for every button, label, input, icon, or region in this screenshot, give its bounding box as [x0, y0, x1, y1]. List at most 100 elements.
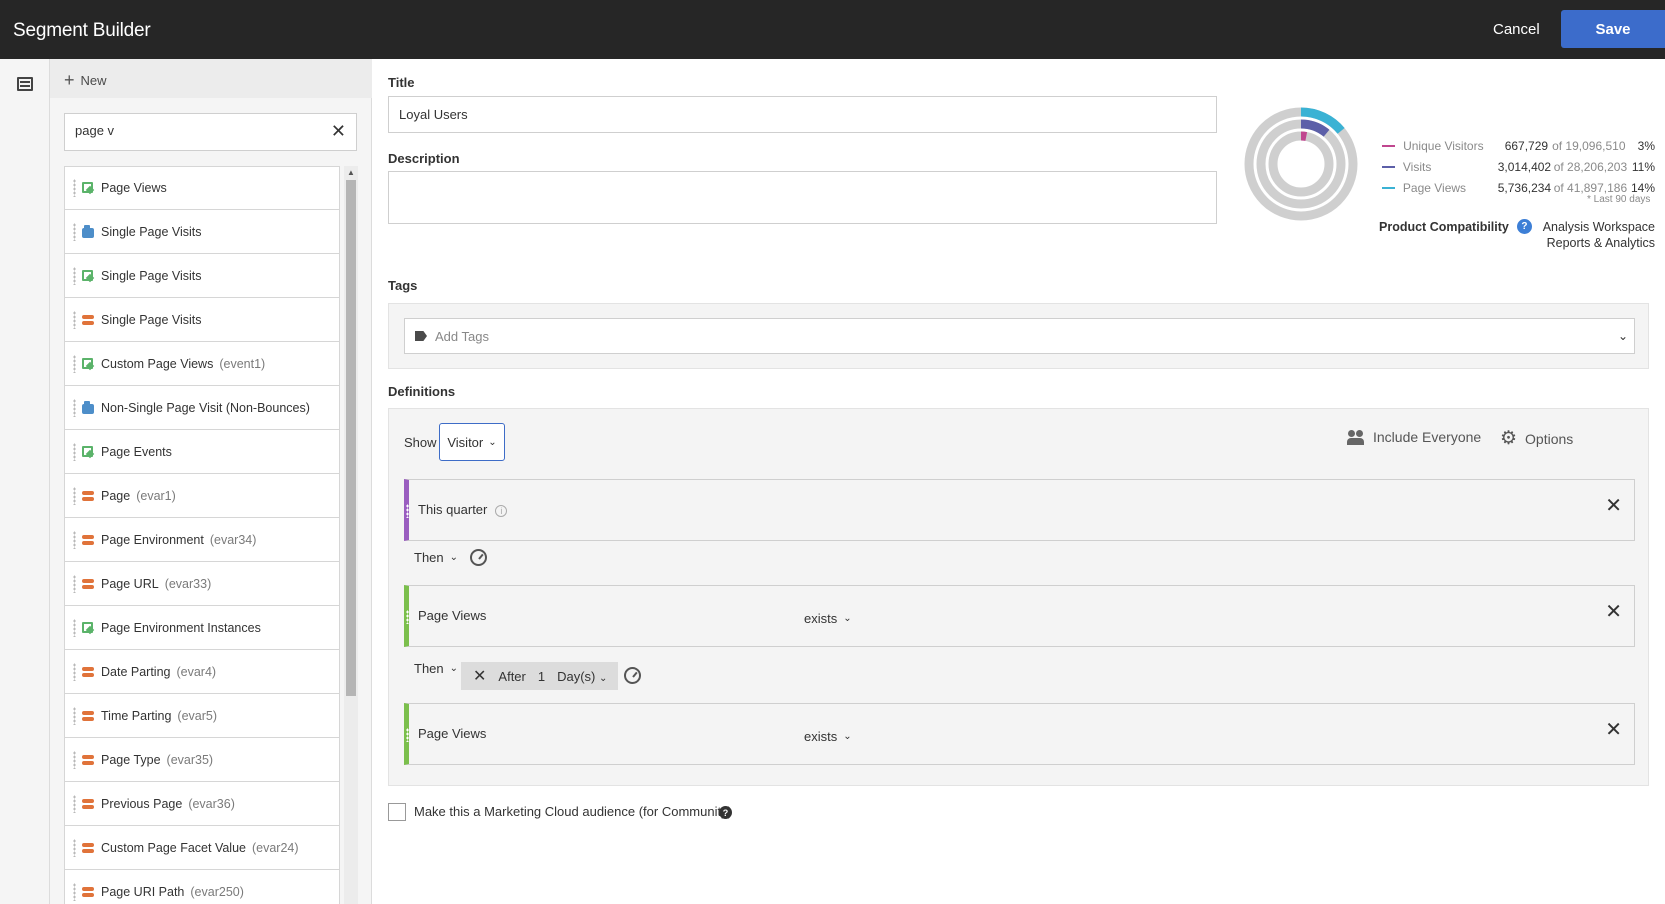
- drag-handle-icon: [73, 574, 76, 593]
- options-button[interactable]: ⚙ Options: [1500, 429, 1573, 448]
- main-area: Title Description Unique Visitors 667,729…: [372, 59, 1665, 904]
- item-label: Page: [101, 488, 131, 503]
- cancel-button[interactable]: Cancel: [1493, 21, 1540, 38]
- after-count[interactable]: 1: [538, 669, 545, 684]
- drag-handle-icon: [73, 442, 76, 461]
- description-input[interactable]: [388, 171, 1217, 224]
- top-bar: Segment Builder Cancel Save: [0, 0, 1665, 59]
- drag-handle-icon: [73, 838, 76, 857]
- item-label: Page Environment: [101, 532, 204, 547]
- item-label: Date Parting: [101, 664, 171, 679]
- list-item[interactable]: Non-Single Page Visit (Non-Bounces): [64, 386, 340, 430]
- list-item[interactable]: Page Type (evar35): [64, 738, 340, 782]
- operator-select[interactable]: exists ⌄: [804, 729, 852, 744]
- rule-page-views-2[interactable]: Page Views exists ⌄ ✕: [404, 703, 1635, 765]
- compat-value-workspace: Analysis Workspace: [1542, 220, 1655, 234]
- list-item[interactable]: Previous Page (evar36): [64, 782, 340, 826]
- segments-list-icon[interactable]: [17, 77, 33, 91]
- metric-icon: [82, 182, 94, 194]
- new-button[interactable]: + New: [64, 71, 107, 89]
- list-item[interactable]: Single Page Visits: [64, 298, 340, 342]
- summary-donut-chart: [1244, 107, 1358, 221]
- list-item[interactable]: Page Views: [64, 166, 340, 210]
- chevron-down-icon[interactable]: ⌄: [1618, 329, 1628, 343]
- info-icon[interactable]: i: [495, 504, 508, 517]
- after-restriction-chip[interactable]: ✕ After 1 Day(s) ⌄: [461, 662, 618, 690]
- help-icon[interactable]: ?: [719, 806, 732, 819]
- metric-total: of 41,897,186: [1553, 180, 1628, 195]
- tags-input[interactable]: Add Tags ⌄: [404, 318, 1635, 354]
- item-label: Page Type: [101, 752, 161, 767]
- list-item[interactable]: Single Page Visits: [64, 210, 340, 254]
- dimension-icon: [82, 666, 94, 678]
- list-item[interactable]: Single Page Visits: [64, 254, 340, 298]
- item-id: (event1): [219, 356, 266, 371]
- remove-rule-icon[interactable]: ✕: [1605, 496, 1622, 516]
- metric-total: of 19,096,510: [1552, 138, 1626, 153]
- item-label: Custom Page Views: [101, 356, 214, 371]
- include-everyone-button[interactable]: Include Everyone: [1347, 429, 1481, 445]
- scrollbar[interactable]: ▲ ▼: [344, 166, 358, 904]
- item-label: Page URL: [101, 576, 159, 591]
- component-list: Page Views Single Page Visits Single Page …: [64, 166, 340, 904]
- dimension-icon: [82, 754, 94, 766]
- list-item[interactable]: Page URI Path (evar250): [64, 870, 340, 904]
- search-box: ✕: [64, 113, 357, 151]
- list-item[interactable]: Custom Page Views (event1): [64, 342, 340, 386]
- container-select[interactable]: Visitor ⌄: [439, 423, 505, 461]
- time-restriction-icon[interactable]: [624, 667, 641, 684]
- drag-handle[interactable]: [406, 728, 409, 742]
- list-item[interactable]: Page URL (evar33): [64, 562, 340, 606]
- list-item[interactable]: Page (evar1): [64, 474, 340, 518]
- scroll-up-icon[interactable]: ▲: [347, 168, 355, 177]
- list-item[interactable]: Page Environment Instances: [64, 606, 340, 650]
- show-label: Show: [404, 435, 437, 450]
- tags-placeholder: Add Tags: [435, 328, 489, 344]
- definitions-section: Show Visitor ⌄ Include Everyone ⚙ Option…: [388, 408, 1649, 786]
- item-id: (evar4): [176, 664, 217, 679]
- options-label: Options: [1525, 430, 1574, 447]
- description-label: Description: [388, 151, 460, 166]
- include-everyone-label: Include Everyone: [1373, 429, 1482, 445]
- after-unit-select[interactable]: Day(s) ⌄: [557, 669, 607, 684]
- compat-label: Product Compatibility: [1379, 219, 1509, 234]
- rule-page-views-1[interactable]: Page Views exists ⌄ ✕: [404, 585, 1635, 647]
- drag-handle-icon: [73, 179, 76, 197]
- list-item[interactable]: Page Events: [64, 430, 340, 474]
- drag-handle-icon: [73, 882, 76, 901]
- tags-section: Add Tags ⌄: [388, 303, 1649, 369]
- search-input[interactable]: [75, 123, 315, 138]
- clear-search-icon[interactable]: ✕: [331, 122, 346, 140]
- save-button[interactable]: Save: [1561, 10, 1665, 48]
- remove-rule-icon[interactable]: ✕: [1605, 720, 1622, 740]
- scroll-thumb[interactable]: [346, 180, 356, 696]
- then-operator[interactable]: Then ⌄: [414, 549, 488, 566]
- metric-percent: 11%: [1631, 159, 1655, 174]
- dimension-icon: [82, 842, 94, 854]
- item-label: Page Views: [101, 181, 167, 195]
- operator-select[interactable]: exists ⌄: [804, 611, 852, 626]
- dimension-icon: [82, 886, 94, 898]
- list-item[interactable]: Custom Page Facet Value (evar24): [64, 826, 340, 870]
- drag-handle[interactable]: [406, 610, 409, 624]
- remove-rule-icon[interactable]: ✕: [1605, 602, 1622, 622]
- drag-handle[interactable]: [406, 504, 409, 518]
- drag-handle-icon: [73, 310, 76, 329]
- list-item[interactable]: Time Parting (evar5): [64, 694, 340, 738]
- then-operator[interactable]: Then ⌄: [414, 661, 458, 676]
- audience-checkbox[interactable]: [388, 803, 406, 821]
- time-restriction-icon[interactable]: [470, 549, 488, 566]
- drag-handle-icon: [73, 266, 76, 285]
- metric-icon: [82, 269, 94, 282]
- list-item[interactable]: Date Parting (evar4): [64, 650, 340, 694]
- list-item[interactable]: Page Environment (evar34): [64, 518, 340, 562]
- chevron-down-icon: ⌄: [843, 731, 852, 742]
- remove-restriction-icon[interactable]: ✕: [473, 666, 486, 686]
- dimension-icon: [82, 534, 94, 546]
- audience-label: Make this a Marketing Cloud audience (fo…: [414, 804, 732, 819]
- drag-handle-icon: [73, 398, 76, 417]
- metric-name: Visits: [1402, 159, 1432, 174]
- title-input[interactable]: [388, 96, 1217, 133]
- rule-this-quarter[interactable]: This quarter i ✕: [404, 479, 1635, 541]
- item-id: (evar33): [164, 576, 212, 591]
